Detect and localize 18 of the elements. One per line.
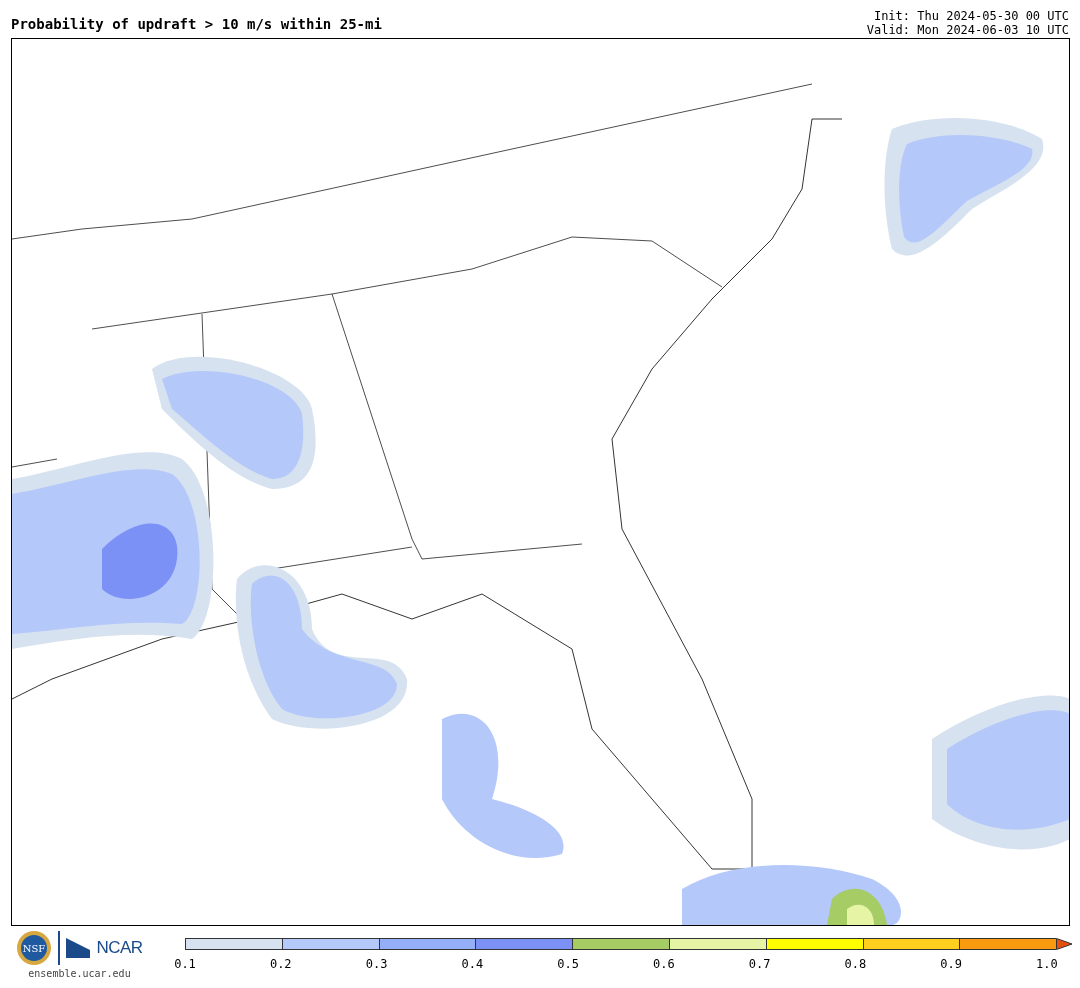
colorbar-tick-label: 0.5	[557, 957, 580, 971]
valid-time: Valid: Mon 2024-06-03 10 UTC	[866, 23, 1069, 37]
colorbar-tick-label: 0.7	[748, 957, 771, 971]
site-url: ensemble.ucar.edu	[28, 968, 131, 979]
colorbar-tick-label: 0.3	[365, 957, 388, 971]
chart-title: Probability of updraft > 10 m/s within 25-mi	[11, 16, 382, 34]
ncar-logo-text: NCAR	[96, 938, 143, 958]
colorbar-tick-label: 0.8	[844, 957, 867, 971]
colorbar-tick-label: 1.0	[1035, 957, 1058, 971]
nsf-logo: NSF	[16, 930, 53, 966]
colorbar-tick-label: 0.4	[461, 957, 484, 971]
init-time: Init: Thu 2024-05-30 00 UTC	[873, 9, 1069, 23]
colorbar-tick-label: 0.2	[269, 957, 292, 971]
divider-line-icon	[58, 931, 61, 965]
colorbar-tick-label: 0.1	[174, 957, 196, 971]
ncar-logo-icon	[66, 938, 91, 958]
colorbar-tick-label: 0.6	[652, 957, 675, 971]
colorbar-tick-label: 0.9	[940, 957, 963, 971]
